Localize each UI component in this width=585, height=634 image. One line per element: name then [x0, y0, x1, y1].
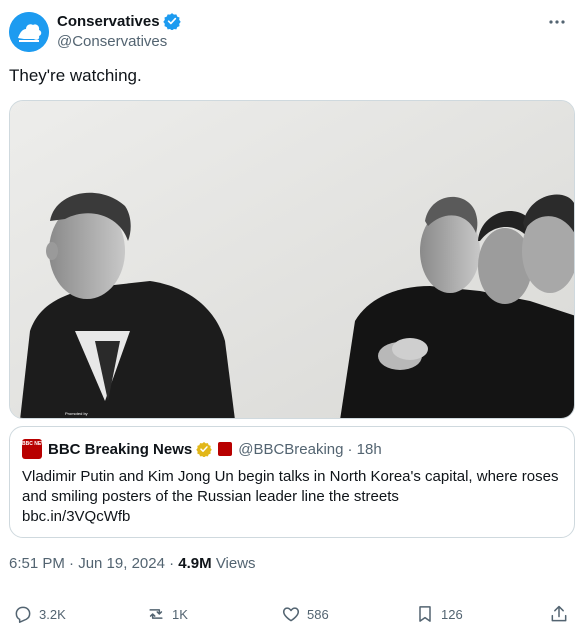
- quote-handle: @BBCBreaking: [238, 440, 344, 458]
- views-count: 4.9M: [178, 555, 212, 572]
- quote-body: Vladimir Putin and Kim Jong Un begin tal…: [22, 468, 559, 505]
- bookmark-count: 126: [441, 606, 463, 622]
- tweet-meta: 6:51 PM · Jun 19, 2024 · 4.9M Views: [9, 555, 256, 572]
- quote-time: · 18h: [347, 440, 382, 458]
- share-button[interactable]: [549, 604, 569, 624]
- author-display-name[interactable]: Conservatives: [57, 13, 160, 30]
- bookmark-icon: [419, 606, 431, 622]
- tweet-header: Conservatives @Conservatives: [9, 8, 575, 56]
- share-icon: [551, 605, 567, 622]
- bookmark-button[interactable]: 126: [415, 604, 463, 624]
- repost-button[interactable]: 1K: [146, 604, 188, 624]
- quote-link[interactable]: bbc.in/3VQcWfb: [22, 508, 130, 525]
- like-button[interactable]: 586: [281, 604, 329, 624]
- svg-text:Promoted by: Promoted by: [65, 411, 88, 416]
- views-label: Views: [215, 555, 256, 572]
- quoted-tweet[interactable]: BBC NEWS BBC Breaking News @BBCBreaking …: [9, 426, 575, 538]
- reply-icon: [15, 606, 31, 623]
- reply-button[interactable]: 3.2K: [13, 604, 66, 624]
- verified-badge-icon: [162, 13, 181, 30]
- tweet-text: They're watching.: [9, 66, 142, 85]
- more-options-icon[interactable]: [545, 10, 569, 34]
- affiliate-badge-icon: [218, 442, 233, 456]
- reply-count: 3.2K: [39, 606, 66, 622]
- repost-count: 1K: [172, 606, 188, 622]
- bbc-avatar[interactable]: BBC NEWS: [22, 439, 49, 459]
- action-bar: 3.2K 1K 586 126: [9, 600, 575, 630]
- like-count: 586: [307, 606, 329, 622]
- repost-icon: [149, 609, 163, 619]
- tweet-image[interactable]: Promoted by: [9, 100, 575, 419]
- author-handle[interactable]: @Conservatives: [57, 33, 167, 50]
- gold-verified-badge-icon: [196, 442, 212, 457]
- quote-text: Vladimir Putin and Kim Jong Un begin tal…: [22, 467, 562, 527]
- author-avatar[interactable]: [9, 12, 49, 52]
- tweet-timestamp[interactable]: 6:51 PM · Jun 19, 2024 ·: [9, 555, 174, 572]
- heart-icon: [282, 607, 300, 622]
- quote-display-name: BBC Breaking News: [48, 440, 193, 458]
